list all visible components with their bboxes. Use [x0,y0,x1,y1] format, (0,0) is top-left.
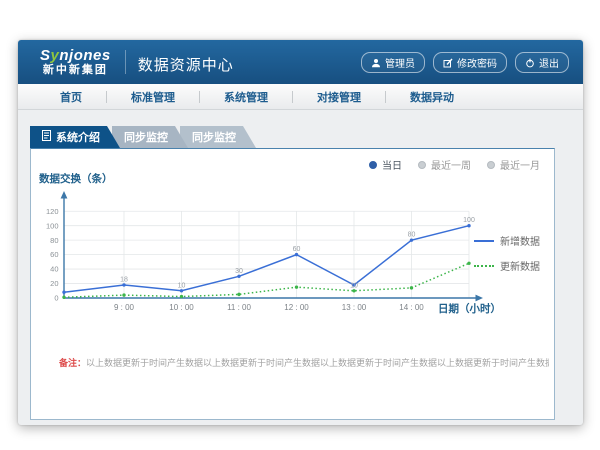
current-user-label: 管理员 [385,55,415,70]
nav-item-integration-management[interactable]: 对接管理 [293,89,385,105]
tab-label: 同步监控 [124,129,168,145]
logout-button[interactable]: 退出 [515,52,569,73]
svg-text:120: 120 [46,207,59,216]
svg-text:80: 80 [50,236,58,245]
tab-label: 系统介绍 [56,129,100,145]
main-nav: 首页 标准管理 系统管理 对接管理 数据异动 [18,84,583,110]
current-user-button[interactable]: 管理员 [361,52,425,73]
svg-text:10: 10 [178,282,186,289]
tab-system-intro[interactable]: 系统介绍 [30,126,120,148]
svg-text:60: 60 [50,250,58,259]
tab-bar: 系统介绍 同步监控 同步监控 [30,126,256,148]
tab-sync-monitor-2[interactable]: 同步监控 [180,126,256,148]
svg-text:9 : 00: 9 : 00 [114,303,135,312]
user-icon [371,58,381,68]
change-password-button[interactable]: 修改密码 [433,52,507,73]
y-axis-title: 数据交换（条） [39,171,113,186]
app-title: 数据资源中心 [138,54,234,75]
solid-line-swatch-icon [474,240,494,242]
header-divider [125,50,126,74]
radio-label: 当日 [382,157,402,172]
edit-icon [443,58,453,68]
svg-text:10: 10 [350,282,358,289]
svg-text:0: 0 [54,294,58,303]
nav-item-home[interactable]: 首页 [36,89,106,105]
tab-sync-monitor-1[interactable]: 同步监控 [112,126,188,148]
svg-text:18: 18 [120,276,128,283]
svg-text:11 : 00: 11 : 00 [227,303,251,312]
logo-subtitle: 新中新集团 [40,65,111,76]
page: Synjones 新中新集团 数据资源中心 管理员 修改密码 [0,0,600,450]
radio-dot-icon [369,161,377,169]
footnote: 备注：以上数据更新于时间产生数据以上数据更新于时间产生数据以上数据更新于时间产生… [59,356,549,369]
svg-text:13 : 00: 13 : 00 [342,303,367,312]
line-chart: 0 20 40 60 80 100 120 9 : 00 10 : 00 11 : 00 12 : … [41,189,501,324]
dotted-line-swatch-icon [474,265,494,267]
radio-label: 最近一周 [431,157,471,172]
radio-last-month[interactable]: 最近一月 [487,157,540,172]
svg-text:100: 100 [46,221,59,230]
svg-text:10 : 00: 10 : 00 [169,303,194,312]
logo-part1: S [40,47,51,64]
svg-text:30: 30 [235,268,243,275]
svg-text:12 : 00: 12 : 00 [284,303,309,312]
tab-label: 同步监控 [192,129,236,145]
radio-label: 最近一月 [500,157,540,172]
header-actions: 管理员 修改密码 退出 [361,52,569,73]
chart-legend: 新增数据 更新数据 [474,233,540,273]
logo-part2: njones [59,47,110,64]
logo-wordmark: Synjones [40,48,111,63]
footnote-text: 以上数据更新于时间产生数据以上数据更新于时间产生数据以上数据更新于时间产生数据以… [86,358,549,368]
legend-item-new-data[interactable]: 新增数据 [474,233,540,248]
radio-today[interactable]: 当日 [369,157,402,172]
legend-label: 新增数据 [500,233,540,248]
radio-last-week[interactable]: 最近一周 [418,157,471,172]
svg-text:40: 40 [50,265,58,274]
svg-text:60: 60 [293,246,301,253]
svg-text:20: 20 [50,279,58,288]
app-window: Synjones 新中新集团 数据资源中心 管理员 修改密码 [18,40,583,425]
app-header: Synjones 新中新集团 数据资源中心 管理员 修改密码 [18,40,583,84]
content-area: 系统介绍 同步监控 同步监控 当日 最近一周 [18,110,583,425]
logout-label: 退出 [539,55,559,70]
power-icon [525,58,535,68]
company-logo: Synjones 新中新集团 [40,48,111,76]
change-password-label: 修改密码 [457,55,497,70]
legend-item-updated-data[interactable]: 更新数据 [474,258,540,273]
time-range-radios: 当日 最近一周 最近一月 [369,157,540,172]
chart-panel: 当日 最近一周 最近一月 数据交换（条） 0 20 40 60 80 100 120 9 : … [30,148,555,420]
nav-item-standard-management[interactable]: 标准管理 [107,89,199,105]
nav-item-system-management[interactable]: 系统管理 [200,89,292,105]
radio-dot-icon [418,161,426,169]
legend-label: 更新数据 [500,258,540,273]
nav-item-data-changes[interactable]: 数据异动 [386,89,478,105]
line-chart-svg: 0 20 40 60 80 100 120 9 : 00 10 : 00 11 : 00 12 : … [41,189,501,324]
svg-text:14 : 00: 14 : 00 [399,303,424,312]
x-axis-title: 日期（小时） [438,301,501,316]
document-icon [42,130,51,144]
radio-dot-icon [487,161,495,169]
svg-text:100: 100 [463,217,475,224]
svg-text:80: 80 [408,232,416,239]
footnote-prefix: 备注： [59,358,86,368]
